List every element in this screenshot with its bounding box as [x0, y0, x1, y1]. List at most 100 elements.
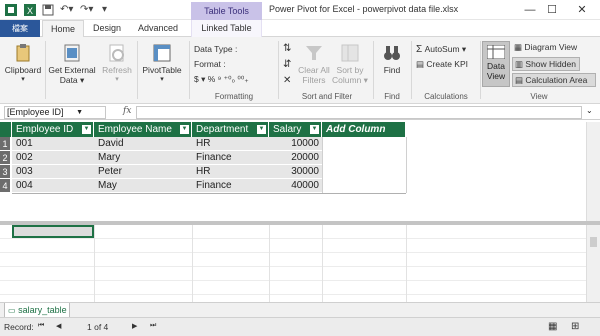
- diagram-icon: ▦: [514, 42, 523, 52]
- create-kpi-button[interactable]: ▤ Create KPI: [416, 58, 468, 70]
- data-view-button[interactable]: Data View: [482, 41, 510, 87]
- last-record-button[interactable]: ⏭: [150, 322, 156, 330]
- scroll-thumb[interactable]: [590, 237, 597, 247]
- filter-dropdown-icon[interactable]: ▼: [180, 125, 189, 134]
- format-dropdown[interactable]: Format :: [194, 58, 226, 70]
- cell-employee-name[interactable]: Peter: [94, 165, 192, 179]
- clear-all-filters-label-2: Filters: [302, 75, 326, 85]
- save-icon[interactable]: [42, 4, 54, 16]
- tab-home[interactable]: Home: [42, 20, 84, 38]
- get-external-data-label-1: Get External: [48, 65, 96, 75]
- cell-employee-id[interactable]: 004: [12, 179, 94, 193]
- close-button[interactable]: ✕: [571, 2, 593, 18]
- formatting-group-label: Formatting: [214, 92, 254, 101]
- cell-salary[interactable]: 20000: [269, 151, 322, 165]
- cell-salary[interactable]: 10000: [269, 137, 322, 151]
- find-button[interactable]: Find: [376, 43, 408, 75]
- sort-ascending-icon[interactable]: ⇅: [283, 43, 291, 55]
- refresh-button[interactable]: Refresh ▾: [100, 43, 134, 85]
- column-header-employee-id[interactable]: Employee ID ▼: [12, 122, 94, 137]
- sort-by-column-button[interactable]: Sort by Column ▾: [332, 43, 368, 85]
- excel-icon[interactable]: X: [24, 4, 36, 16]
- clear-all-filters-button[interactable]: Clear All Filters: [296, 43, 332, 85]
- data-grid: Employee ID ▼ Employee Name ▼ Department…: [0, 122, 586, 222]
- number-format-buttons[interactable]: $ ▾ % ⁹ ⁺⁰₀ ⁰⁰₊: [194, 73, 249, 85]
- cell-employee-id[interactable]: 003: [12, 165, 94, 179]
- diagram-view-label: Diagram View: [524, 42, 578, 52]
- undo-icon[interactable]: ↶▾: [60, 4, 73, 16]
- previous-record-button[interactable]: ◀: [56, 322, 61, 330]
- ribbon: Clipboard ▾ Get External Data ▾ Refresh …: [0, 37, 600, 104]
- cell-employee-name[interactable]: May: [94, 179, 192, 193]
- get-external-data-button[interactable]: Get External Data ▾: [47, 43, 97, 85]
- tab-design[interactable]: Design: [88, 20, 126, 37]
- row-number[interactable]: 3: [0, 165, 10, 179]
- calc-vertical-scrollbar[interactable]: [586, 225, 600, 302]
- data-type-dropdown[interactable]: Data Type :: [194, 43, 237, 55]
- column-header-employee-name[interactable]: Employee Name ▼: [94, 122, 192, 137]
- row-number[interactable]: 1: [0, 137, 10, 151]
- autosum-button[interactable]: Σ AutoSum ▾: [416, 43, 466, 56]
- view-group-label: View: [530, 92, 548, 101]
- cell-department[interactable]: HR: [192, 165, 269, 179]
- column-header-label: Salary: [273, 124, 302, 135]
- filter-dropdown-icon[interactable]: ▼: [257, 125, 266, 134]
- grid-line: [269, 225, 270, 302]
- show-hidden-toggle[interactable]: ▥ Show Hidden: [512, 57, 580, 71]
- title-bar: X ↶▾ ↷▾ ▾ Table Tools Power Pivot for Ex…: [0, 0, 600, 20]
- table-icon: ▭: [8, 306, 16, 315]
- restore-button[interactable]: ☐: [541, 2, 563, 18]
- data-view-label-1: Data: [487, 61, 505, 71]
- customize-qat-icon[interactable]: ▾: [102, 4, 107, 16]
- chevron-down-icon[interactable]: ▼: [76, 107, 83, 118]
- pivottable-button[interactable]: PivotTable ▾: [140, 43, 184, 85]
- cell-employee-id[interactable]: 001: [12, 137, 94, 151]
- calculation-area: [0, 225, 586, 302]
- row-number[interactable]: 2: [0, 151, 10, 165]
- cell-employee-id[interactable]: 002: [12, 151, 94, 165]
- select-all-corner[interactable]: [0, 122, 12, 137]
- column-header-label: Add Column: [326, 124, 386, 135]
- row-number[interactable]: 4: [0, 179, 10, 193]
- next-record-button[interactable]: ▶: [132, 322, 137, 330]
- cell-salary[interactable]: 40000: [269, 179, 322, 193]
- filter-dropdown-icon[interactable]: ▼: [310, 125, 319, 134]
- cell-department[interactable]: HR: [192, 137, 269, 151]
- tab-linked-table[interactable]: Linked Table: [191, 20, 262, 37]
- filter-clear-icon: [304, 43, 324, 63]
- minimize-button[interactable]: —: [519, 2, 541, 18]
- name-box[interactable]: [Employee ID] ▼: [4, 106, 106, 119]
- calc-cell-selected[interactable]: [12, 225, 94, 238]
- svg-text:X: X: [27, 6, 33, 16]
- diagram-view-icon[interactable]: ⊞: [571, 321, 579, 332]
- vertical-scrollbar[interactable]: [586, 122, 600, 222]
- cell-department[interactable]: Finance: [192, 179, 269, 193]
- cell-department[interactable]: Finance: [192, 151, 269, 165]
- first-record-button[interactable]: ⏮: [38, 322, 44, 330]
- sort-descending-icon[interactable]: ⇵: [283, 59, 291, 71]
- tab-file[interactable]: 檔案: [0, 20, 40, 37]
- grid-line: [0, 252, 586, 253]
- grid-view-icon[interactable]: ▦: [548, 321, 557, 332]
- column-header-add-column[interactable]: Add Column: [322, 122, 406, 137]
- cell-salary[interactable]: 30000: [269, 165, 322, 179]
- clear-sort-icon[interactable]: ✕: [283, 75, 291, 87]
- formula-input[interactable]: [136, 106, 582, 119]
- column-header-salary[interactable]: Salary ▼: [269, 122, 322, 137]
- sheet-tab-label: salary_table: [18, 305, 67, 315]
- diagram-view-button[interactable]: ▦ Diagram View: [512, 41, 596, 53]
- filter-dropdown-icon[interactable]: ▼: [82, 125, 91, 134]
- cell-employee-name[interactable]: Mary: [94, 151, 192, 165]
- column-header-department[interactable]: Department ▼: [192, 122, 269, 137]
- status-bar: Record: ⏮ ◀ 1 of 4 ▶ ⏭ ▦ ⊞: [0, 317, 600, 336]
- calculation-area-toggle[interactable]: ▤ Calculation Area: [512, 73, 596, 87]
- sheet-tab-salary-table[interactable]: ▭ salary_table: [4, 303, 70, 318]
- clipboard-button[interactable]: Clipboard ▾: [3, 43, 43, 85]
- expand-formula-icon[interactable]: ⌄: [586, 106, 593, 115]
- grid-line: [0, 294, 586, 295]
- cell-employee-name[interactable]: David: [94, 137, 192, 151]
- fx-icon[interactable]: fx: [123, 106, 131, 116]
- redo-icon[interactable]: ↷▾: [80, 4, 93, 16]
- tab-advanced[interactable]: Advanced: [132, 20, 184, 37]
- group-separator: [45, 41, 46, 99]
